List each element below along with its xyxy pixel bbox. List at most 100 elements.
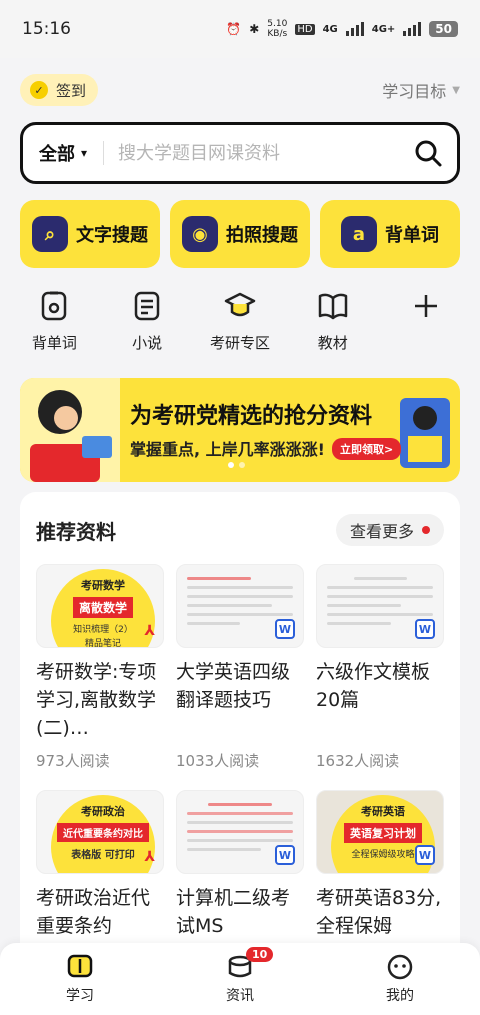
battery-icon: 50 — [429, 21, 458, 37]
doc-name: 大学英语四级翻译题技巧 — [176, 661, 291, 711]
banner-pager — [228, 462, 245, 468]
bluetooth-icon: ✱ — [249, 22, 260, 36]
signal-icon-2 — [403, 22, 422, 36]
banner-cta-button[interactable]: 立即领取> — [332, 438, 402, 460]
photo-search-label: 拍照搜题 — [226, 225, 298, 246]
recommend-card: 推荐资料 查看更多 考研数学 离散数学 知识梳理（2） 精品笔记 ⅄ 考研数学:… — [20, 492, 460, 962]
doc-card[interactable]: 考研英语 英语复习计划 全程保姆级攻略 W 考研英语83分,全程保姆 — [316, 790, 444, 962]
doc-name: 六级作文模板20篇 — [316, 661, 431, 711]
word-doc-icon: W — [415, 619, 435, 639]
doc-thumbnail: W — [176, 790, 304, 874]
search-divider — [103, 141, 105, 165]
tab-profile-label: 我的 — [386, 988, 414, 1004]
study-goal-button[interactable]: 学习目标 ▼ — [382, 78, 460, 102]
photo-search-button[interactable]: ◉ 拍照搜题 — [170, 200, 310, 268]
doc-card[interactable]: 考研数学 离散数学 知识梳理（2） 精品笔记 ⅄ 考研数学:专项学习,离散数学(… — [36, 564, 164, 771]
net-speed: 5.10 KB/s — [267, 19, 288, 39]
feature-icons: 背单词 小说 考研专区 教材 — [0, 290, 480, 360]
search-icon[interactable] — [413, 138, 443, 168]
doc-thumbnail: W — [316, 564, 444, 648]
bottom-tab-bar: 学习 10 资讯 我的 — [0, 943, 480, 1015]
cover-mid-text: 英语复习计划 — [344, 823, 422, 843]
novel-icon — [134, 291, 160, 321]
doc-name: 考研数学:专项学习,离散数学(二)… — [36, 661, 157, 739]
word-doc-icon: W — [275, 845, 295, 865]
search-box: 全部 ▾ — [20, 122, 460, 184]
news-badge: 10 — [246, 947, 274, 962]
doc-card[interactable]: W 六级作文模板20篇 1632人阅读 — [316, 564, 444, 771]
pager-dot — [239, 462, 245, 468]
word-doc-icon: W — [415, 845, 435, 865]
quick-actions: ⌕ 文字搜题 ◉ 拍照搜题 a 背单词 — [20, 200, 460, 268]
doc-reads: 973人阅读 — [36, 752, 110, 770]
novel-entry[interactable]: 小说 — [107, 290, 187, 360]
vocabulary-icon — [42, 291, 67, 321]
doc-cover: 考研数学 离散数学 知识梳理（2） 精品笔记 — [51, 569, 155, 648]
cover-bottom-text-2: 精品笔记 — [84, 639, 121, 648]
cover-top-text: 考研英语 — [361, 805, 405, 818]
search-scope-dropdown[interactable]: 全部 ▾ — [39, 140, 87, 166]
doc-cover: 考研政治 近代重要条约对比 表格版 可打印 — [51, 795, 155, 873]
textbook-entry[interactable]: 教材 — [293, 290, 373, 360]
memorize-words-button[interactable]: a 背单词 — [320, 200, 460, 268]
doc-card[interactable]: 考研政治 近代重要条约对比 表格版 可打印 ⅄ 考研政治近代重要条约 — [36, 790, 164, 962]
doc-reads: 1033人阅读 — [176, 752, 260, 770]
checkin-button[interactable]: ✓ 签到 — [20, 74, 99, 106]
checkin-label: 签到 — [56, 81, 87, 100]
kaoyan-entry[interactable]: 考研专区 — [200, 290, 280, 360]
see-more-button[interactable]: 查看更多 — [335, 514, 444, 546]
camera-icon: ◉ — [182, 216, 218, 252]
check-icon: ✓ — [30, 81, 48, 99]
see-more-label: 查看更多 — [349, 522, 414, 541]
tab-news-label: 资讯 — [226, 988, 254, 1004]
study-goal-label: 学习目标 — [382, 82, 447, 101]
banner-illustration-right — [400, 398, 450, 468]
cover-mid-text: 离散数学 — [72, 597, 133, 618]
search-scope-label: 全部 — [39, 144, 75, 165]
signal-4gplus-label: 4G+ — [371, 23, 396, 35]
plus-icon — [414, 295, 437, 317]
cover-top-text: 考研政治 — [81, 805, 125, 818]
recommend-title: 推荐资料 — [36, 519, 116, 544]
chevron-down-icon: ▾ — [81, 146, 88, 160]
search-input[interactable] — [118, 142, 413, 164]
recommend-header: 推荐资料 查看更多 — [36, 514, 444, 546]
signal-4g-label: 4G — [322, 23, 338, 35]
text-search-label: 文字搜题 — [76, 225, 148, 246]
alarm-icon: ⏰ — [226, 22, 242, 36]
hd-icon: HD — [295, 23, 315, 35]
tab-study[interactable]: 学习 — [30, 953, 130, 1005]
graduation-cap-icon — [224, 292, 256, 317]
text-search-icon: ⌕ — [32, 216, 68, 252]
word-icon: a — [341, 216, 377, 252]
doc-thumbnail: 考研英语 英语复习计划 全程保姆级攻略 W — [316, 790, 444, 874]
doc-card[interactable]: W 大学英语四级翻译题技巧 1033人阅读 — [176, 564, 304, 771]
pdf-icon: ⅄ — [144, 849, 155, 865]
memorize-words-label: 背单词 — [385, 225, 439, 246]
tab-profile[interactable]: 我的 — [350, 953, 450, 1005]
doc-reads: 1632人阅读 — [316, 752, 400, 770]
pager-dot-active — [228, 462, 234, 468]
vocabulary-entry[interactable]: 背单词 — [14, 290, 94, 360]
banner-title: 为考研党精选的抢分资料 — [130, 404, 373, 429]
cover-top-text: 考研数学 — [81, 579, 125, 592]
text-search-button[interactable]: ⌕ 文字搜题 — [20, 200, 160, 268]
doc-thumbnail: 考研政治 近代重要条约对比 表格版 可打印 ⅄ — [36, 790, 164, 874]
doc-thumbnail: 考研数学 离散数学 知识梳理（2） 精品笔记 ⅄ — [36, 564, 164, 648]
pdf-icon: ⅄ — [144, 623, 155, 639]
signal-icon — [345, 22, 364, 36]
doc-card[interactable]: W 计算机二级考试MS — [176, 790, 304, 962]
add-entry-button[interactable] — [386, 290, 466, 360]
new-dot-icon — [422, 526, 430, 534]
tab-news[interactable]: 10 资讯 — [190, 947, 290, 1005]
tab-study-label: 学习 — [66, 988, 94, 1004]
study-book-icon — [67, 954, 93, 978]
kaoyan-label: 考研专区 — [209, 334, 270, 352]
status-bar: 15:16 ⏰ ✱ 5.10 KB/s HD 4G 4G+ 50 — [0, 0, 480, 58]
textbook-label: 教材 — [317, 334, 348, 352]
book-icon — [318, 293, 348, 320]
status-icons: ⏰ ✱ 5.10 KB/s HD 4G 4G+ 50 — [226, 19, 458, 39]
profile-icon — [387, 954, 413, 980]
status-time: 15:16 — [22, 19, 71, 39]
novel-label: 小说 — [132, 334, 163, 352]
